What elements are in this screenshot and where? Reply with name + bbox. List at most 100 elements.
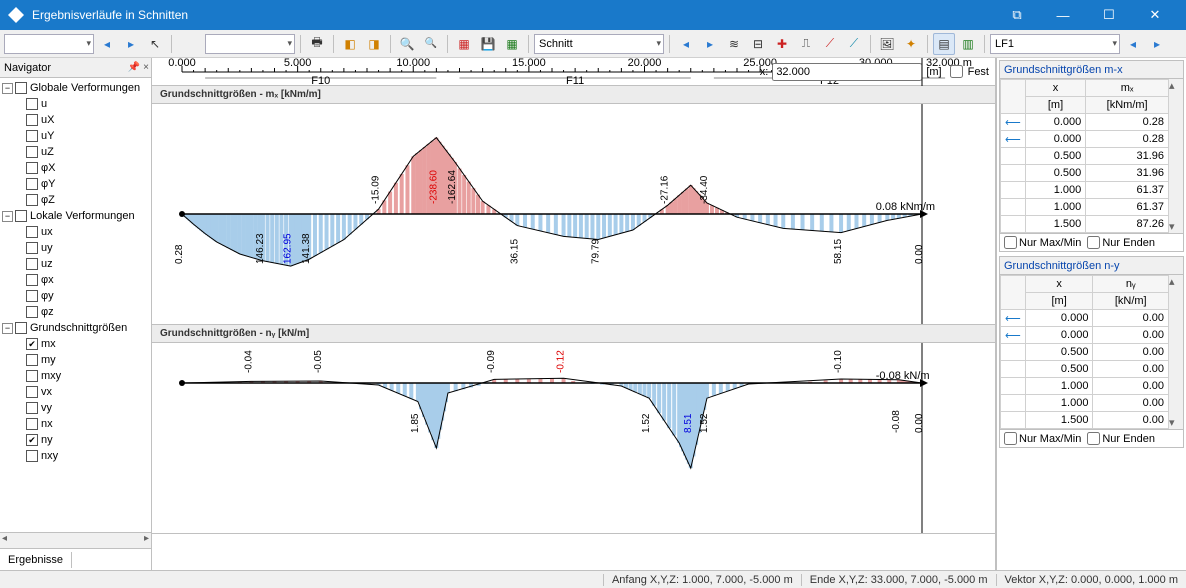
item-checkbox[interactable] [26, 258, 38, 270]
item-checkbox[interactable] [26, 290, 38, 302]
item-label[interactable]: φz [41, 306, 54, 318]
item-label[interactable]: nx [41, 418, 53, 430]
group-checkbox[interactable] [15, 322, 27, 334]
tool-l-icon[interactable]: ▥ [957, 33, 979, 55]
table-row[interactable]: 1.00061.37 [1001, 199, 1169, 216]
item-label[interactable]: uZ [41, 146, 54, 158]
item-checkbox[interactable] [26, 386, 38, 398]
item-label[interactable]: nxy [41, 450, 58, 462]
item-checkbox[interactable] [26, 402, 38, 414]
maximize-button[interactable]: ☐ [1086, 0, 1132, 30]
table-row[interactable]: ⟵0.0000.00 [1001, 310, 1169, 327]
item-checkbox[interactable] [26, 114, 38, 126]
item-checkbox[interactable] [26, 306, 38, 318]
item-checkbox[interactable] [26, 450, 38, 462]
tab-ergebnisse[interactable]: Ergebnisse [0, 552, 72, 568]
item-label[interactable]: uX [41, 114, 54, 126]
x-input[interactable] [772, 63, 922, 81]
item-label[interactable]: ux [41, 226, 53, 238]
item-checkbox[interactable] [26, 98, 38, 110]
item-label[interactable]: uy [41, 242, 53, 254]
navigator-tree[interactable]: −Globale VerformungenuuXuYuZφXφYφZ−Lokal… [0, 78, 151, 532]
nav-prev2-icon[interactable]: ◂ [675, 33, 697, 55]
group-checkbox[interactable] [15, 82, 27, 94]
item-checkbox[interactable] [26, 146, 38, 158]
panel-toggle-icon[interactable]: ▤ [933, 33, 955, 55]
tool-b-icon[interactable]: ◨ [363, 33, 385, 55]
table-row[interactable]: ⟵0.0000.28 [1001, 114, 1169, 131]
expand-icon[interactable]: − [2, 211, 13, 222]
pin-icon[interactable]: 📌 × [128, 62, 151, 73]
item-checkbox[interactable] [26, 178, 38, 190]
item-label[interactable]: φZ [41, 194, 55, 206]
chk-maxmin[interactable]: Nur Max/Min [1004, 432, 1081, 445]
group-checkbox[interactable] [15, 210, 27, 222]
tool-e-icon[interactable]: ⊟ [747, 33, 769, 55]
tool-f-icon[interactable]: ✚ [771, 33, 793, 55]
item-label[interactable]: φy [41, 290, 54, 302]
fest-checkbox[interactable]: Fest [946, 62, 989, 81]
save-icon[interactable]: 💾 [477, 33, 499, 55]
pointer-icon[interactable]: ↖ [144, 33, 166, 55]
item-label[interactable]: uz [41, 258, 53, 270]
item-label[interactable]: vx [41, 386, 52, 398]
item-label[interactable]: vy [41, 402, 52, 414]
group-label[interactable]: Globale Verformungen [30, 82, 140, 94]
nav-h-scrollbar[interactable] [0, 533, 151, 548]
table-row[interactable]: 1.0000.00 [1001, 378, 1169, 395]
nav-next-icon[interactable]: ▸ [120, 33, 142, 55]
combo-1[interactable] [4, 34, 94, 54]
item-checkbox[interactable] [26, 274, 38, 286]
group-label[interactable]: Grundschnittgrößen [30, 322, 127, 334]
close-button[interactable]: ✕ [1132, 0, 1178, 30]
table-row[interactable]: 0.5000.00 [1001, 344, 1169, 361]
expand-icon[interactable]: − [2, 323, 13, 334]
table-row[interactable]: 1.0000.00 [1001, 395, 1169, 412]
tool-j-icon[interactable]: 🖼 [876, 33, 898, 55]
combo-2[interactable] [205, 34, 295, 54]
item-checkbox[interactable] [26, 226, 38, 238]
table-row[interactable]: 1.5000.00 [1001, 412, 1169, 429]
zoom-in-icon[interactable]: 🔍 [396, 33, 418, 55]
item-checkbox[interactable] [26, 194, 38, 206]
item-checkbox[interactable] [26, 338, 38, 350]
item-checkbox[interactable] [26, 130, 38, 142]
item-label[interactable]: mx [41, 338, 56, 350]
print-icon[interactable]: 🖶 [306, 33, 328, 55]
table-row[interactable]: 1.00061.37 [1001, 182, 1169, 199]
lf-prev-icon[interactable]: ◂ [1122, 33, 1144, 55]
chk-enden[interactable]: Nur Enden [1087, 236, 1155, 249]
item-label[interactable]: φx [41, 274, 54, 286]
table-row[interactable]: 0.5000.00 [1001, 361, 1169, 378]
tool-k-icon[interactable]: ✦ [900, 33, 922, 55]
item-label[interactable]: φY [41, 178, 55, 190]
table-row[interactable]: 1.50087.26 [1001, 216, 1169, 233]
schnitt-combo[interactable]: Schnitt [534, 34, 664, 54]
zoom-out-icon[interactable]: 🔍 [420, 33, 442, 55]
table-scrollbar[interactable]: ▴▾ [1169, 79, 1183, 233]
item-label[interactable]: my [41, 354, 56, 366]
item-label[interactable]: mxy [41, 370, 61, 382]
chart-scroll[interactable]: Grundschnittgrößen - mₓ [kNm/m] 0.08 kNm… [152, 86, 995, 570]
tool-c-icon[interactable]: ▦ [453, 33, 475, 55]
tool-g-icon[interactable]: ⎍ [795, 33, 817, 55]
item-checkbox[interactable] [26, 370, 38, 382]
table-row[interactable]: 0.50031.96 [1001, 148, 1169, 165]
minimize-button[interactable]: — [1040, 0, 1086, 30]
expand-icon[interactable]: − [2, 83, 13, 94]
item-checkbox[interactable] [26, 242, 38, 254]
tool-h-icon[interactable]: ⟋ [819, 33, 841, 55]
item-label[interactable]: uY [41, 130, 54, 142]
item-checkbox[interactable] [26, 162, 38, 174]
item-label[interactable]: φX [41, 162, 55, 174]
table-scrollbar[interactable]: ▴▾ [1169, 275, 1183, 429]
excel-icon[interactable]: ▦ [501, 33, 523, 55]
item-checkbox[interactable] [26, 418, 38, 430]
table-row[interactable]: ⟵0.0000.00 [1001, 327, 1169, 344]
lf-combo[interactable]: LF1 [990, 34, 1120, 54]
chk-enden[interactable]: Nur Enden [1087, 432, 1155, 445]
group-label[interactable]: Lokale Verformungen [30, 210, 135, 222]
nav-prev-icon[interactable]: ◂ [96, 33, 118, 55]
lf-next-icon[interactable]: ▸ [1146, 33, 1168, 55]
tool-d-icon[interactable]: ≋ [723, 33, 745, 55]
